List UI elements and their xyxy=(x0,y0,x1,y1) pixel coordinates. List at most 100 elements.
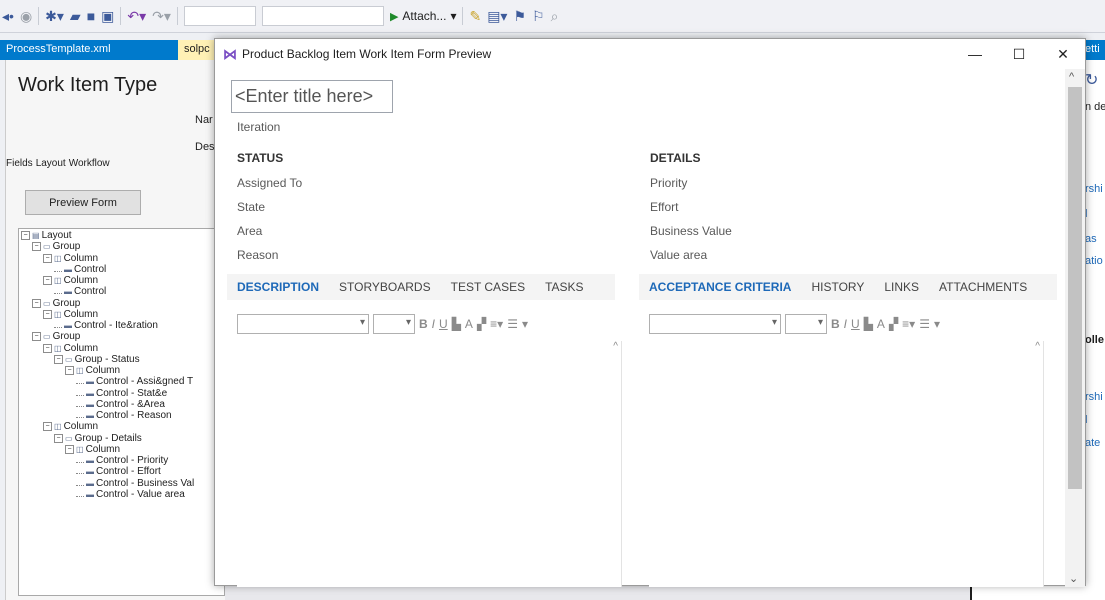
scroll-up-icon[interactable]: ^ xyxy=(1069,71,1074,83)
tree-node[interactable]: − ◫ Column xyxy=(19,309,224,320)
tab-workflow[interactable]: Workflow xyxy=(69,156,110,171)
tree-node[interactable]: − ▭ Group xyxy=(19,241,224,252)
solution-platform-dropdown[interactable] xyxy=(261,6,384,26)
tree-node[interactable]: − ◫ Column xyxy=(19,343,224,354)
bookmark-icon[interactable]: ⚐ xyxy=(532,8,545,25)
tree-node[interactable]: ▬ Control - Reason xyxy=(19,410,224,421)
title-input[interactable]: <Enter title here> xyxy=(231,80,393,113)
preview-form-button[interactable]: Preview Form xyxy=(25,190,141,215)
tree-node[interactable]: − ▭ Group - Status xyxy=(19,354,224,365)
font-family-dropdown[interactable] xyxy=(649,314,781,334)
close-icon[interactable]: ✕ xyxy=(1041,39,1085,69)
tab-attachments[interactable]: ATTACHMENTS xyxy=(929,280,1037,294)
panel-link[interactable]: atio xyxy=(1085,255,1103,267)
refresh-icon[interactable]: ↻ xyxy=(1085,70,1098,90)
collapse-toggle-icon[interactable]: − xyxy=(32,242,41,252)
tree-node[interactable]: ▬ Control - &Area xyxy=(19,399,224,410)
collapse-toggle-icon[interactable]: − xyxy=(43,422,52,432)
tree-node[interactable]: − ◫ Column xyxy=(19,275,224,286)
align-icon[interactable]: ≡▾ xyxy=(902,317,915,331)
italic-icon[interactable]: I xyxy=(844,317,847,331)
maximize-icon[interactable]: ☐ xyxy=(997,39,1041,69)
tree-node[interactable]: ▬ Control - Priority xyxy=(19,455,224,466)
browser-link-icon[interactable]: ✎ xyxy=(469,8,481,25)
italic-icon[interactable]: I xyxy=(432,317,435,331)
tree-node[interactable]: ▬ Control - Assi&gned T xyxy=(19,376,224,387)
tree-node[interactable]: ▬ Control xyxy=(19,264,224,275)
font-color-icon[interactable]: A xyxy=(465,317,473,331)
collapse-toggle-icon[interactable]: − xyxy=(54,354,63,364)
dialog-vertical-scrollbar[interactable]: ^ ⌄ xyxy=(1065,69,1085,587)
underline-icon[interactable]: U xyxy=(439,317,448,331)
font-size-dropdown[interactable] xyxy=(785,314,827,334)
attach-button[interactable]: ▶ Attach... ▾ xyxy=(390,9,457,23)
redo-icon[interactable]: ↷▾ xyxy=(152,8,171,25)
tab-test-cases[interactable]: TEST CASES xyxy=(441,280,535,294)
scroll-up-icon[interactable]: ^ xyxy=(1035,341,1040,352)
bullet-list-icon[interactable]: ☰ xyxy=(919,317,930,331)
font-size-dropdown[interactable] xyxy=(373,314,415,334)
tree-node[interactable]: ▬ Control xyxy=(19,286,224,297)
more-icon[interactable]: ▾ xyxy=(522,317,528,331)
find-icon[interactable]: ⌕ xyxy=(551,8,559,25)
new-project-icon[interactable]: ✱▾ xyxy=(45,8,64,25)
tab-layout[interactable]: Layout xyxy=(36,156,66,171)
collapse-toggle-icon[interactable]: − xyxy=(43,253,52,263)
bold-icon[interactable]: B xyxy=(831,317,840,331)
tab-links[interactable]: LINKS xyxy=(874,280,929,294)
tree-node[interactable]: − ◫ Column xyxy=(19,444,224,455)
tree-node[interactable]: − ◫ Column xyxy=(19,365,224,376)
align-icon[interactable]: ≡▾ xyxy=(490,317,503,331)
tree-node[interactable]: − ▭ Group xyxy=(19,298,224,309)
document-outline-icon[interactable]: ▤▾ xyxy=(487,8,507,25)
tree-node[interactable]: − ▤ Layout xyxy=(19,230,224,241)
team-explorer-icon[interactable]: ⚑ xyxy=(513,8,526,25)
tab-processtemplate[interactable]: ProcessTemplate.xml xyxy=(0,40,178,60)
undo-icon[interactable]: ↶▾ xyxy=(127,8,146,25)
tree-node[interactable]: − ▭ Group - Details xyxy=(19,433,224,444)
tree-node[interactable]: ▬ Control - Value area xyxy=(19,489,224,500)
panel-link[interactable]: ate xyxy=(1085,437,1100,449)
acceptance-criteria-editor[interactable]: ^ xyxy=(649,341,1044,587)
save-icon[interactable]: ■ xyxy=(87,8,95,24)
font-family-dropdown[interactable] xyxy=(237,314,369,334)
tree-node[interactable]: ▬ Control - Stat&e xyxy=(19,388,224,399)
collapse-toggle-icon[interactable]: − xyxy=(65,366,74,376)
nav-forward-icon[interactable]: ◉ xyxy=(20,8,32,25)
description-editor[interactable]: ^ xyxy=(237,341,622,587)
tab-description[interactable]: DESCRIPTION xyxy=(227,280,329,294)
collapse-toggle-icon[interactable]: − xyxy=(43,276,52,286)
highlight-icon[interactable]: ▙ xyxy=(864,317,873,331)
format-icon[interactable]: ▞ xyxy=(889,317,898,331)
format-icon[interactable]: ▞ xyxy=(477,317,486,331)
tree-node[interactable]: ▬ Control - Ite&ration xyxy=(19,320,224,331)
tree-node[interactable]: ▬ Control - Business Val xyxy=(19,478,224,489)
collapse-toggle-icon[interactable]: − xyxy=(43,309,52,319)
font-color-icon[interactable]: A xyxy=(877,317,885,331)
collapse-toggle-icon[interactable]: − xyxy=(32,298,41,308)
nav-back-icon[interactable]: ◂• xyxy=(2,8,14,25)
panel-link[interactable]: rshi xyxy=(1085,183,1103,195)
tab-fields[interactable]: Fields xyxy=(6,156,33,171)
tab-storyboards[interactable]: STORYBOARDS xyxy=(329,280,441,294)
collapse-toggle-icon[interactable]: − xyxy=(32,332,41,342)
collapse-toggle-icon[interactable]: − xyxy=(65,444,74,454)
scroll-up-icon[interactable]: ^ xyxy=(613,341,618,352)
scrollbar-thumb[interactable] xyxy=(1068,87,1082,489)
save-all-icon[interactable]: ▣ xyxy=(101,8,114,25)
tab-history[interactable]: HISTORY xyxy=(801,280,874,294)
collapse-toggle-icon[interactable]: − xyxy=(21,231,30,241)
solution-configuration-dropdown[interactable] xyxy=(183,6,256,26)
bold-icon[interactable]: B xyxy=(419,317,428,331)
minimize-icon[interactable]: — xyxy=(953,39,997,69)
scroll-down-icon[interactable]: ⌄ xyxy=(1069,572,1078,585)
tree-node[interactable]: − ◫ Column xyxy=(19,421,224,432)
panel-link[interactable]: rshi xyxy=(1085,391,1103,403)
highlight-icon[interactable]: ▙ xyxy=(452,317,461,331)
collapse-toggle-icon[interactable]: − xyxy=(43,343,52,353)
more-icon[interactable]: ▾ xyxy=(934,317,940,331)
collapse-toggle-icon[interactable]: − xyxy=(54,433,63,443)
open-file-icon[interactable]: ▰ xyxy=(70,8,81,25)
tree-node[interactable]: − ▭ Group xyxy=(19,331,224,342)
tree-node[interactable]: − ◫ Column xyxy=(19,253,224,264)
